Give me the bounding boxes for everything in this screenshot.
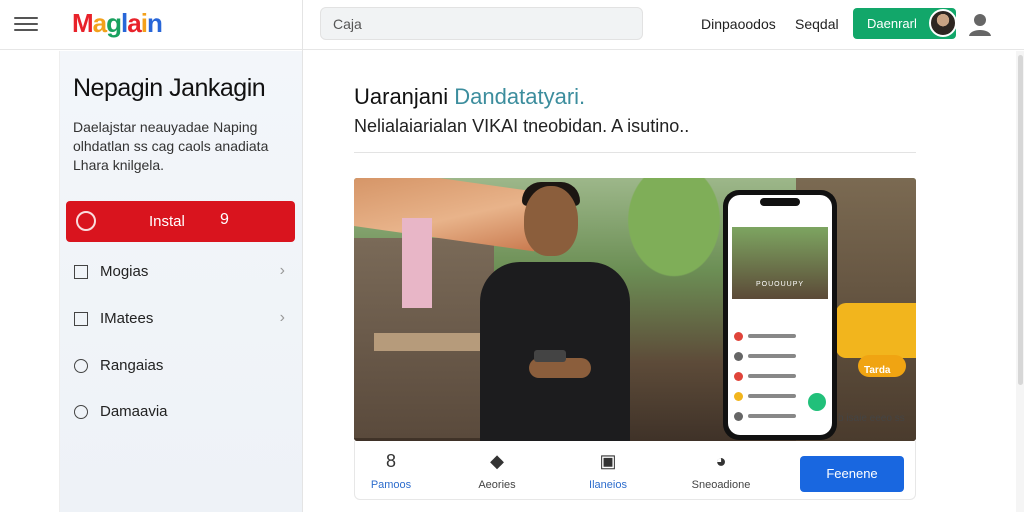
install-mark: 9 (220, 211, 229, 228)
toggle-icon (808, 393, 826, 411)
action-label: Aeories (478, 479, 516, 491)
circle-icon (74, 405, 88, 419)
logo-letter: n (146, 8, 163, 38)
action-label: Ilaneios (589, 479, 627, 491)
sidebar-item-4[interactable]: Damaavia (66, 396, 295, 430)
column-divider (302, 0, 303, 512)
search-input[interactable] (320, 7, 643, 40)
grid-icon: 8 (385, 451, 396, 471)
chevron-right-icon: › (279, 309, 285, 326)
side-rail (0, 51, 60, 512)
action-item-1[interactable]: 8 Pamoos (351, 451, 431, 491)
sidebar-description: Daelajstar neauyadae Naping olhdatlan ss… (73, 119, 269, 173)
action-label: Pamoos (370, 479, 412, 491)
clock-icon (74, 359, 88, 373)
page-subtitle: Nelialaiarialan VIKAI tneobidan. A isuti… (354, 116, 690, 136)
install-label: Instal (149, 213, 185, 230)
page-title: Uaranjani Dandatatyari. (354, 84, 585, 110)
title-main: Uaranjani (354, 84, 449, 109)
download-icon (76, 211, 96, 231)
install-button[interactable]: Instal 9 (66, 201, 295, 242)
divider (354, 152, 916, 153)
square-dot-icon (74, 312, 88, 326)
avatar[interactable] (929, 9, 957, 37)
sidebar-item-label: Damaavia (100, 403, 168, 420)
user-icon[interactable] (966, 10, 994, 38)
phone-caption: POUOUUPY (755, 281, 805, 288)
sidebar-item-label: IMatees (100, 310, 154, 327)
action-item-2[interactable]: ◆ Aeories (457, 451, 537, 491)
sidebar-title: Nepagin Jankagin (73, 74, 266, 102)
app-logo[interactable]: Maglain (72, 8, 163, 39)
square-icon (74, 265, 88, 279)
sidebar-item-3[interactable]: Rangaias (66, 350, 295, 384)
hero-annotation: b isaie eeeo ss (838, 413, 905, 424)
close-box-icon: ▣ (599, 451, 617, 471)
nav-link-support[interactable]: Seqdal (795, 16, 839, 32)
logo-letter: M (72, 8, 94, 38)
logo-letter: a (127, 8, 142, 38)
action-item-4[interactable]: ◕ Sneoadione (681, 451, 761, 491)
action-label: Sneoadione (691, 479, 751, 491)
title-accent: Dandatatyari. (454, 84, 586, 109)
chat-icon: ◕ (715, 451, 727, 471)
sidebar-item-label: Rangaias (100, 357, 164, 374)
chevron-right-icon: › (279, 262, 285, 279)
logo-letter: g (106, 8, 122, 38)
scrollbar-thumb[interactable] (1018, 55, 1023, 385)
logo-letter: a (92, 8, 108, 38)
hero-image: POUOUUPY (354, 178, 916, 441)
action-item-3[interactable]: ▣ Ilaneios (568, 451, 648, 491)
hero-tag: Tarda (864, 365, 891, 376)
phone-mockup: POUOUUPY (723, 190, 837, 440)
nav-link-downloads[interactable]: Dinpaoodos (701, 16, 776, 32)
sidebar-item-label: Mogias (100, 263, 149, 280)
sidebar-item-1[interactable]: Mogias › (66, 256, 295, 290)
tag-icon: ◆ (490, 451, 504, 471)
top-bar: Maglain Dinpaoodos Seqdal Daenrarl (0, 0, 1024, 50)
sidebar-item-2[interactable]: IMatees › (66, 303, 295, 337)
primary-button[interactable]: Feenene (800, 456, 904, 492)
menu-icon[interactable] (14, 14, 38, 34)
